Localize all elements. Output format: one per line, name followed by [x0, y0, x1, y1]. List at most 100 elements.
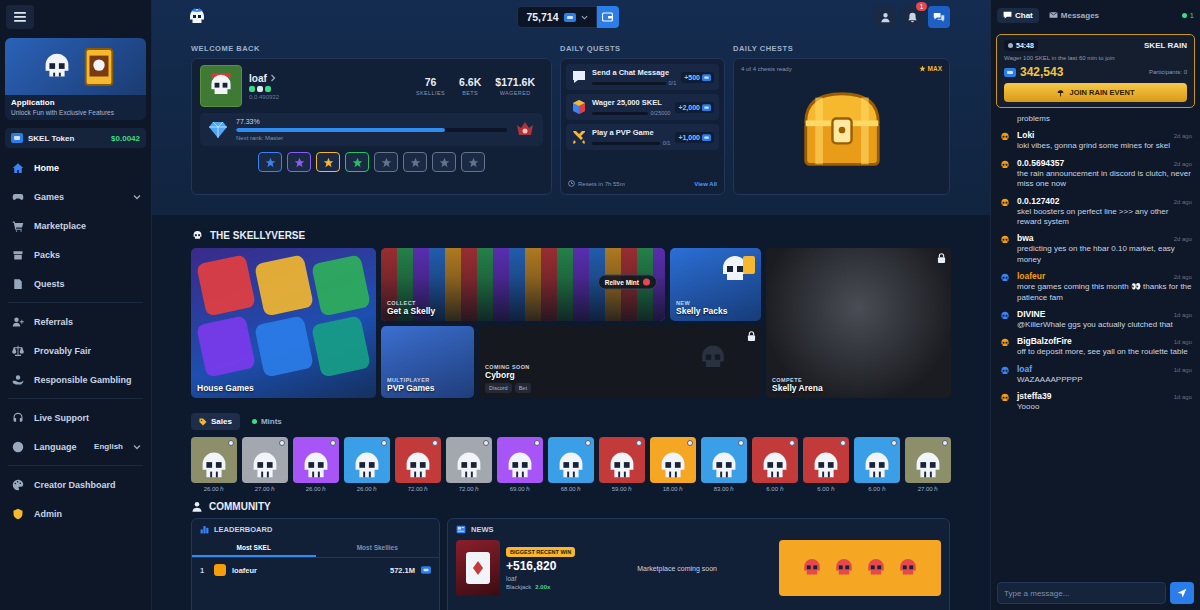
message-user[interactable]: Loki: [1017, 130, 1034, 140]
menu-button[interactable]: [6, 5, 34, 29]
balance[interactable]: 75,714: [517, 6, 618, 28]
user-avatar-icon[interactable]: [999, 310, 1011, 322]
tile-link[interactable]: Bet: [515, 383, 531, 393]
achievement-badge[interactable]: [258, 152, 282, 172]
relive-mint-button[interactable]: Relive Mint: [598, 274, 657, 289]
achievement-badge[interactable]: [345, 152, 369, 172]
message-user[interactable]: jsteffa39: [1017, 391, 1052, 401]
sidebar-item[interactable]: Creator Dashboard: [0, 470, 151, 499]
message-user[interactable]: 0.0.127402: [1017, 196, 1060, 206]
nft-item[interactable]: 27.00 ℏ: [905, 437, 951, 493]
sidebar-item[interactable]: Home: [0, 153, 151, 182]
nft-item[interactable]: 72.00 ℏ: [395, 437, 441, 493]
message-user[interactable]: loafeur: [1017, 271, 1045, 281]
sidebar-item[interactable]: LanguageEnglish: [0, 432, 151, 461]
nft-item[interactable]: 83.00 ℏ: [701, 437, 747, 493]
user-avatar-icon[interactable]: [999, 337, 1011, 349]
balance-box[interactable]: 75,714: [517, 6, 596, 28]
user-avatar-icon[interactable]: [999, 159, 1011, 171]
market-tab[interactable]: Mints: [244, 413, 290, 430]
nft-item[interactable]: 6.00 ℏ: [752, 437, 798, 493]
chat-tab[interactable]: Messages: [1043, 8, 1105, 23]
notifications-button[interactable]: 1: [901, 6, 923, 28]
market-tab[interactable]: Sales: [191, 413, 240, 430]
quest-row[interactable]: Send a Chat Message0/1+500: [566, 64, 719, 90]
game-tile[interactable]: House Games: [191, 248, 376, 398]
nft-item[interactable]: 6.00 ℏ: [803, 437, 849, 493]
sidebar-item[interactable]: Responsible Gambling: [0, 365, 151, 394]
nav-label: Home: [34, 163, 141, 173]
join-rain-button[interactable]: JOIN RAIN EVENT: [1004, 83, 1187, 102]
nft-item[interactable]: 18.00 ℏ: [650, 437, 696, 493]
chat-tab[interactable]: Chat: [997, 8, 1039, 23]
chat-toggle-button[interactable]: [928, 6, 950, 28]
nft-item[interactable]: 6.00 ℏ: [854, 437, 900, 493]
achievement-badge[interactable]: [461, 152, 485, 172]
nft-item[interactable]: 26.00 ℏ: [344, 437, 390, 493]
user-avatar-icon[interactable]: [999, 131, 1011, 143]
user-avatar-icon[interactable]: [999, 365, 1011, 377]
tile-text: House Games: [197, 383, 370, 393]
sidebar-item[interactable]: Live Support: [0, 403, 151, 432]
nft-item[interactable]: 69.00 ℏ: [497, 437, 543, 493]
sidebar-item[interactable]: Referrals: [0, 307, 151, 336]
rank-fill: [236, 128, 445, 132]
message-user[interactable]: loaf: [1017, 364, 1032, 374]
view-all-link[interactable]: View All: [694, 181, 717, 187]
message-user[interactable]: DIVINE: [1017, 309, 1045, 319]
game-tile[interactable]: COMPETESkelly Arena: [766, 248, 951, 398]
user-avatar-icon[interactable]: [999, 392, 1011, 404]
username[interactable]: loaf: [249, 73, 409, 84]
achievement-badge[interactable]: [287, 152, 311, 172]
promo-card[interactable]: ApplicationUnlock Fun with Exclusive Fea…: [5, 38, 146, 120]
chat-message: bwa2d agopredicting yes on the hbar 0.10…: [999, 233, 1192, 265]
sidebar-item[interactable]: Provably Fair: [0, 336, 151, 365]
game-tile[interactable]: MULTIPLAYERPVP Games: [381, 326, 474, 398]
user-avatar-icon[interactable]: [999, 272, 1011, 284]
game-tile[interactable]: Relive MintCOLLECTGet a Skelly: [381, 248, 665, 321]
quest-row[interactable]: Play a PVP Game0/1+1,000: [566, 124, 719, 150]
user-avatar-icon[interactable]: [999, 234, 1011, 246]
user-avatar-icon[interactable]: [999, 197, 1011, 209]
nft-item[interactable]: 26.00 ℏ: [293, 437, 339, 493]
nft-item[interactable]: 27.00 ℏ: [242, 437, 288, 493]
sidebar-item[interactable]: Marketplace: [0, 211, 151, 240]
sidebar-item[interactable]: Quests: [0, 269, 151, 298]
message-user[interactable]: BigBalzofFire: [1017, 336, 1072, 346]
tile-link[interactable]: Discord: [485, 383, 512, 393]
message-time: 2d ago: [1174, 199, 1192, 205]
message-user[interactable]: bwa: [1017, 233, 1034, 243]
profile-button[interactable]: [874, 6, 896, 28]
sidebar-item[interactable]: Games: [0, 182, 151, 211]
achievement-badge[interactable]: [374, 152, 398, 172]
main-content: 75,7141WELCOME BACKloaf0.0.49093276SKELL…: [152, 0, 990, 610]
nft-item[interactable]: 59.00 ℏ: [599, 437, 645, 493]
leaderboard-tab[interactable]: Most SKEL: [192, 540, 316, 557]
nft-item[interactable]: 72.00 ℏ: [446, 437, 492, 493]
message-time: 2d ago: [1174, 274, 1192, 280]
nft-item[interactable]: 68.00 ℏ: [548, 437, 594, 493]
achievement-badge[interactable]: [432, 152, 456, 172]
message-input[interactable]: [997, 582, 1166, 604]
achievement-badge[interactable]: [316, 152, 340, 172]
nft-image: [701, 437, 747, 483]
quest-row[interactable]: Wager 25,000 SKEL0/25000+2,000: [566, 94, 719, 120]
avatar[interactable]: [200, 65, 242, 107]
logo[interactable]: [186, 6, 517, 28]
achievement-badge[interactable]: [403, 152, 427, 172]
wallet-button[interactable]: [597, 6, 619, 28]
game-tile[interactable]: COMING SOONCyborgDiscordBet: [479, 326, 761, 398]
sidebar-item[interactable]: Admin: [0, 499, 151, 528]
game-tile[interactable]: NEWSkelly Packs: [670, 248, 761, 321]
chests-card[interactable]: 4 of 4 chests readyMAX: [733, 58, 950, 195]
message-user[interactable]: 0.0.5694357: [1017, 158, 1064, 168]
reset-text: Resets in 7h 55m: [578, 181, 625, 187]
nft-item[interactable]: 26.00 ℏ: [191, 437, 237, 493]
recent-win[interactable]: BIGGEST RECENT WIN+516,820loafBlackjack2…: [456, 540, 575, 596]
skelly-nft-icon: [858, 445, 896, 483]
send-button[interactable]: [1170, 582, 1194, 604]
leaderboard-row[interactable]: 1loafeur572.1M: [192, 558, 439, 582]
token-row[interactable]: SKEL Token$0.0042: [5, 128, 146, 148]
sidebar-item[interactable]: Packs: [0, 240, 151, 269]
leaderboard-tab[interactable]: Most Skellies: [316, 540, 440, 557]
